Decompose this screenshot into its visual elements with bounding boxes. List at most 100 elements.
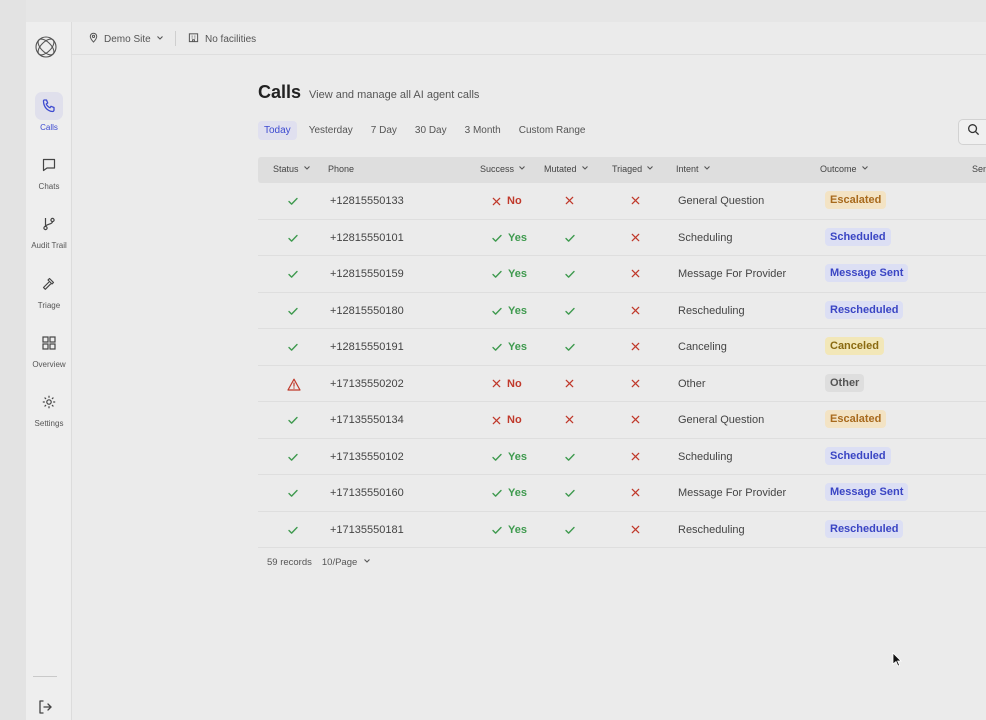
table-row[interactable]: +12815550101 Yes Scheduling Scheduled <box>258 220 986 256</box>
mutated-cross-icon <box>564 195 575 206</box>
chevron-down-icon <box>646 164 654 174</box>
column-header-mutated[interactable]: Mutated <box>544 164 589 174</box>
page-size-selector[interactable]: 10/Page <box>322 557 371 568</box>
outcome-badge: Message Sent <box>825 264 909 282</box>
chevron-down-icon <box>861 164 869 174</box>
search-icon <box>967 123 980 141</box>
app-logo-icon[interactable] <box>34 35 58 59</box>
column-header-triaged[interactable]: Triaged <box>612 164 654 174</box>
outcome-badge: Scheduled <box>825 227 891 246</box>
table-row[interactable]: +12815550133 No General Question Escalated <box>258 183 986 220</box>
sidebar-item-overview[interactable]: Overview <box>26 329 72 369</box>
column-header-intent[interactable]: Intent <box>676 164 711 174</box>
intent-cell: Message For Provider <box>678 487 786 499</box>
chat-icon <box>35 151 63 179</box>
hammer-icon <box>35 270 63 298</box>
success-cell: Yes <box>491 268 527 280</box>
sidebar-item-audit-trail[interactable]: Audit Trail <box>26 210 72 250</box>
column-header-outcome[interactable]: Outcome <box>820 164 869 174</box>
facilities-selector[interactable]: No facilities <box>188 32 256 46</box>
table-row[interactable]: +17135550181 Yes Rescheduling Rescheduled <box>258 512 986 548</box>
triaged-cross-icon <box>630 268 641 279</box>
phone-cell: +17135550160 <box>330 487 404 499</box>
phone-cell-text: +12815550159 <box>330 268 404 280</box>
intent-cell: Canceling <box>678 341 727 353</box>
sidebar-item-settings[interactable]: Settings <box>26 388 72 428</box>
mutated-check-icon <box>564 341 576 353</box>
column-header-phone[interactable]: Phone <box>328 164 354 174</box>
sidebar-item-calls[interactable]: Calls <box>26 92 72 132</box>
tab-3-month[interactable]: 3 Month <box>459 121 507 140</box>
table-row[interactable]: +12815550191 Yes Canceling Canceled <box>258 329 986 366</box>
triaged-cross-icon <box>630 341 641 352</box>
intent-cell-text: Scheduling <box>678 231 733 244</box>
triaged-cross-icon <box>630 305 641 316</box>
sidebar-item-label: Audit Trail <box>31 241 67 250</box>
table-row[interactable]: +12815550180 Yes Rescheduling Rescheduled <box>258 293 986 329</box>
status-ok-icon <box>287 487 299 499</box>
intent-cell-text: Canceling <box>678 341 727 353</box>
branch-icon <box>35 210 63 238</box>
sidebar-item-triage[interactable]: Triage <box>26 270 72 310</box>
building-icon <box>188 32 199 46</box>
phone-cell: +12815550101 <box>330 232 404 244</box>
table-row[interactable]: +17135550202 No Other Other <box>258 366 986 402</box>
tab-30-day[interactable]: 30 Day <box>409 121 453 140</box>
sidebar-item-chats[interactable]: Chats <box>26 151 72 191</box>
phone-cell-text: +17135550202 <box>330 377 404 390</box>
site-selector[interactable]: Demo Site <box>88 32 164 46</box>
chevron-down-icon <box>156 34 164 45</box>
table-row[interactable]: +17135550102 Yes Scheduling Scheduled <box>258 439 986 475</box>
phone-cell: +12815550159 <box>330 268 404 280</box>
triaged-cross-icon <box>630 195 641 206</box>
column-header-label: Sen <box>972 164 986 174</box>
intent-cell: Other <box>678 378 706 390</box>
chevron-down-icon <box>363 557 371 568</box>
grid-icon <box>35 329 63 357</box>
gear-icon <box>35 388 63 416</box>
mutated-check-icon <box>564 524 576 536</box>
triaged-cross-icon <box>630 524 641 535</box>
phone-cell-text: +12815550191 <box>330 341 404 353</box>
tab-custom-range[interactable]: Custom Range <box>513 121 592 140</box>
tab-yesterday[interactable]: Yesterday <box>303 121 359 140</box>
sidebar-item-label: Settings <box>34 419 64 428</box>
tab-today[interactable]: Today <box>258 121 297 140</box>
search-button[interactable] <box>958 119 986 145</box>
success-cell: No <box>491 378 522 390</box>
column-header-status[interactable]: Status <box>273 164 311 174</box>
outcome-badge: Escalated <box>825 410 887 428</box>
success-cell-text: No <box>507 414 522 426</box>
column-header-label: Status <box>273 164 299 174</box>
date-range-tabs: Today Yesterday 7 Day 30 Day 3 Month Custom R… <box>258 121 591 140</box>
table-header: Status Phone Success Mutated Triaged Intent Ou… <box>258 157 986 183</box>
status-ok-icon <box>287 341 299 353</box>
phone-cell: +12815550180 <box>330 305 404 317</box>
table-row[interactable]: +12815550159 Yes Message For Provider Messa… <box>258 256 986 293</box>
status-ok-icon <box>287 451 299 463</box>
sidebar-divider <box>33 676 57 677</box>
column-header-sen[interactable]: Sen <box>972 164 986 174</box>
intent-cell: Rescheduling <box>678 524 745 536</box>
table-row[interactable]: +17135550160 Yes Message For Provider Messa… <box>258 475 986 512</box>
phone-cell: +17135550102 <box>330 451 404 463</box>
outcome-badge: Message Sent <box>825 483 909 501</box>
mutated-cross-icon <box>564 414 575 425</box>
sidebar-item-label: Calls <box>40 123 58 132</box>
phone-cell-text: +17135550134 <box>330 414 404 426</box>
phone-cell-text: +12815550133 <box>330 195 404 207</box>
success-cell: Yes <box>491 341 527 353</box>
intent-cell-text: General Question <box>678 195 765 207</box>
table-row[interactable]: +17135550134 No General Question Escalated <box>258 402 986 439</box>
chevron-down-icon <box>518 164 526 174</box>
sidebar-item-label: Triage <box>37 301 61 310</box>
chevron-down-icon <box>703 164 711 174</box>
intent-cell: Rescheduling <box>678 305 745 317</box>
top-bar: Demo Site No facilities <box>72 22 986 55</box>
intent-cell-text: Message For Provider <box>678 268 787 280</box>
success-cell: Yes <box>491 305 527 317</box>
column-header-success[interactable]: Success <box>480 164 526 174</box>
tab-7-day[interactable]: 7 Day <box>365 121 403 140</box>
outcome-badge: Rescheduled <box>825 300 904 319</box>
logout-icon[interactable] <box>37 699 53 720</box>
